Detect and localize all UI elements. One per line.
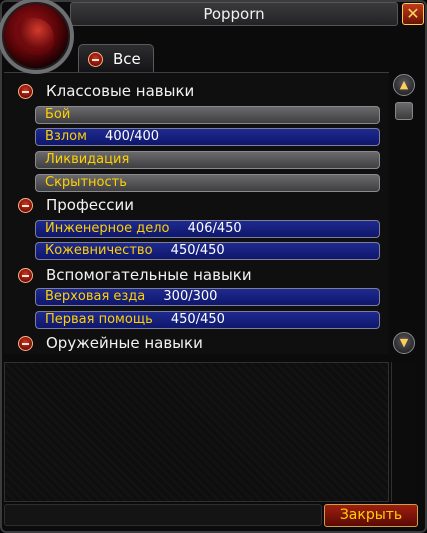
portrait-image xyxy=(14,18,54,58)
skill-bar[interactable]: Верховая езда 300/300 xyxy=(35,288,380,306)
scroll-down-icon[interactable]: ▼ xyxy=(393,332,415,354)
close-button[interactable]: Закрыть xyxy=(324,504,418,527)
skill-value: 400/400 xyxy=(105,129,160,144)
skill-name: Первая помощь xyxy=(45,312,153,327)
collapse-all-icon[interactable] xyxy=(88,52,103,67)
skill-name: Инженерное дело xyxy=(45,221,170,236)
skill-value: 406/450 xyxy=(187,221,242,236)
collapse-icon[interactable] xyxy=(18,198,33,213)
category-professions[interactable]: Профессии xyxy=(4,195,389,217)
skill-list: Классовые навыки Бой Взлом 400/400 Ликви… xyxy=(4,72,389,354)
status-bar xyxy=(4,504,322,526)
skill-name: Кожевничество xyxy=(45,243,153,258)
category-label: Классовые навыки xyxy=(46,82,195,100)
window-title: Popporn xyxy=(70,2,398,26)
skill-bar[interactable]: Ликвидация xyxy=(35,151,380,169)
skill-bar[interactable]: Кожевничество 450/450 xyxy=(35,242,380,260)
collapse-icon[interactable] xyxy=(18,268,33,283)
skill-name: Бой xyxy=(45,107,71,122)
skill-bar[interactable]: Инженерное дело 406/450 xyxy=(35,220,380,238)
category-label: Оружейные навыки xyxy=(46,334,203,352)
skill-value: 300/300 xyxy=(163,289,218,304)
scroll-up-icon[interactable]: ▲ xyxy=(393,74,415,96)
skill-name: Взлом xyxy=(45,129,87,144)
skill-name: Скрытность xyxy=(45,175,127,190)
category-label: Профессии xyxy=(46,196,135,214)
scroll-thumb[interactable] xyxy=(395,102,413,120)
category-class-skills[interactable]: Классовые навыки xyxy=(4,81,389,103)
category-label: Вспомогательные навыки xyxy=(46,266,252,284)
skill-name: Верховая езда xyxy=(45,289,146,304)
skill-bar[interactable]: Скрытность xyxy=(35,174,380,192)
skill-bar[interactable]: Бой xyxy=(35,106,380,124)
skill-bar[interactable]: Первая помощь 450/450 xyxy=(35,311,380,329)
collapse-icon[interactable] xyxy=(18,336,33,351)
skill-bar[interactable]: Взлом 400/400 xyxy=(35,128,380,146)
skill-value: 450/450 xyxy=(170,312,225,327)
category-weapon-skills[interactable]: Оружейные навыки xyxy=(4,333,389,355)
skill-value: 450/450 xyxy=(170,243,225,258)
skill-description-panel xyxy=(4,362,389,502)
category-secondary-skills[interactable]: Вспомогательные навыки xyxy=(4,265,389,287)
tab-all[interactable]: Все xyxy=(78,44,154,72)
skill-name: Ликвидация xyxy=(45,152,130,167)
close-icon[interactable]: ✕ xyxy=(402,3,424,25)
tab-label: Все xyxy=(113,50,141,68)
description-scrollbar[interactable] xyxy=(391,362,417,502)
collapse-icon[interactable] xyxy=(18,84,33,99)
